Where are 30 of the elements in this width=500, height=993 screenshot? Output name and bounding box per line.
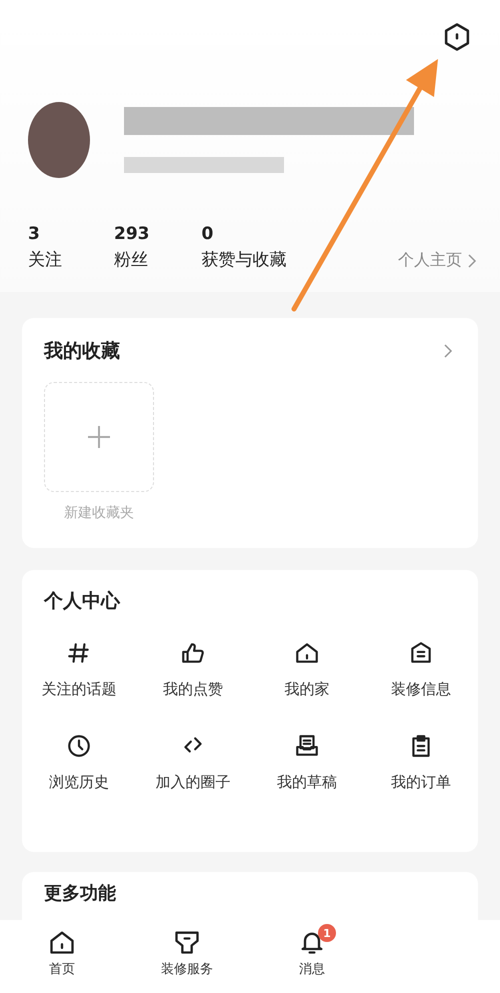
menu-item-label[interactable]: 我的点赞 [163,680,223,699]
nav-tab[interactable]: 装修服务 [145,928,229,993]
new-folder-label: 新建收藏夹 [63,504,135,522]
section-title: 个人中心 [44,589,122,614]
chevron-right-icon [466,252,478,268]
menu-item-label[interactable]: 关注的话题 [42,680,116,699]
menu-item-label[interactable]: 我的家 [284,680,330,699]
nav-label: 首页 [49,961,75,978]
stat-label[interactable]: 获赞与收藏 [202,248,286,271]
chevron-right-icon[interactable] [442,343,454,359]
settings-icon[interactable] [442,22,472,52]
nav-label: 消息 [299,961,325,978]
notification-badge: 1 [318,924,336,942]
stat-value: 3 [28,224,41,244]
menu-item-label[interactable]: 装修信息 [391,680,451,699]
tray-icon [294,733,320,759]
menu-item-label[interactable]: 加入的圈子 [156,773,230,792]
menu-item-label[interactable]: 我的草稿 [277,773,337,792]
nav-label: 装修服务 [161,961,213,978]
menu-item-label[interactable]: 我的订单 [391,773,451,792]
plus-icon [87,425,111,449]
section-title: 我的收藏 [44,339,120,364]
stat-value: 293 [114,224,150,244]
section-title: 更多功能 [44,882,117,906]
nav-tab[interactable]: 首页 [20,928,104,993]
stat-value: 0 [202,224,214,244]
menu-item-label[interactable]: 浏览历史 [49,773,109,792]
clock-icon [66,733,92,759]
stat-label[interactable]: 粉丝 [114,248,150,271]
stat-label[interactable]: 关注 [28,248,62,271]
